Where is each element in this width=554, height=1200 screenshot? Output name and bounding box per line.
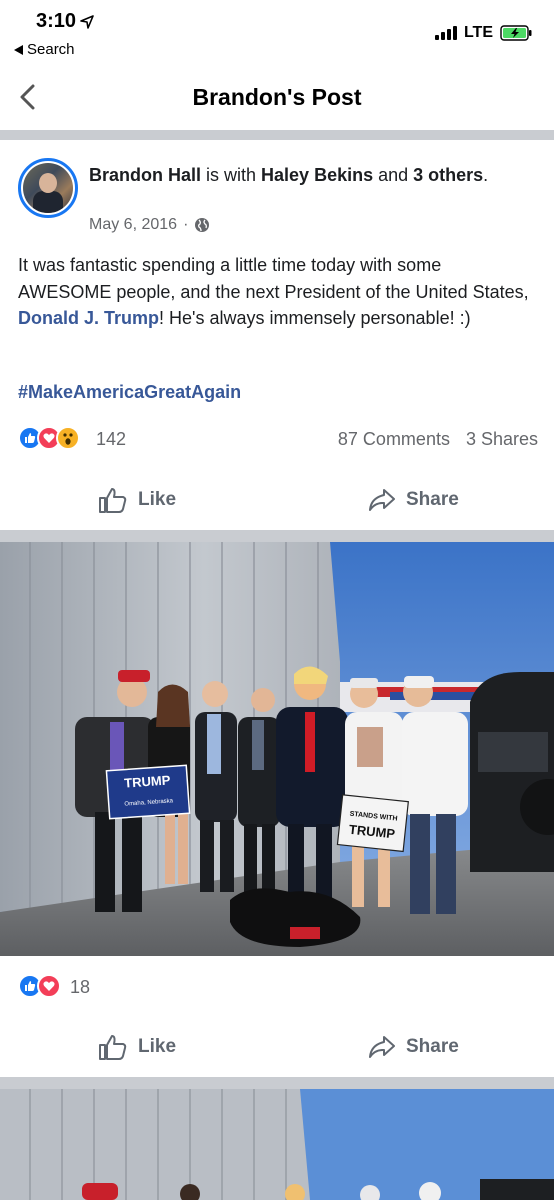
photo-reaction-count: 18 bbox=[70, 977, 91, 997]
post-meta: May 6, 2016 · bbox=[89, 216, 210, 234]
battery-charging-icon bbox=[500, 25, 532, 41]
location-arrow-icon bbox=[80, 14, 94, 29]
share-arrow-icon bbox=[369, 489, 395, 511]
post-photo-2[interactable] bbox=[0, 1089, 554, 1200]
tagged-others[interactable]: 3 others bbox=[413, 165, 483, 185]
reactions-summary[interactable]: 142 87 Comments 3 Shares bbox=[18, 426, 538, 454]
thumbs-up-icon bbox=[99, 1035, 127, 1060]
wow-reaction-icon bbox=[56, 426, 80, 450]
photo-reaction-icons bbox=[18, 974, 61, 998]
post-header-text: Brandon Hall is with Haley Bekins and 3 … bbox=[89, 162, 529, 188]
photo-like-button[interactable]: Like bbox=[98, 1017, 176, 1077]
back-triangle-icon bbox=[14, 44, 23, 55]
time-label: 3:10 bbox=[36, 10, 77, 32]
signal-icon bbox=[434, 26, 457, 40]
thumbs-up-icon bbox=[99, 488, 127, 513]
status-time: 3:10 bbox=[36, 10, 94, 33]
reaction-icons bbox=[18, 426, 80, 450]
photo-reactions-summary[interactable]: 18 bbox=[18, 974, 538, 1002]
photo-share-label: Share bbox=[406, 1036, 459, 1057]
mention-link[interactable]: Donald J. Trump bbox=[18, 308, 159, 328]
photo-divider bbox=[0, 1077, 554, 1089]
with-text: is with bbox=[201, 165, 262, 185]
post-divider bbox=[0, 530, 554, 542]
meta-separator: · bbox=[183, 216, 189, 233]
shares-count[interactable]: 3 Shares bbox=[466, 429, 538, 450]
status-indicators: LTE bbox=[434, 24, 532, 42]
share-arrow-icon bbox=[369, 1036, 395, 1058]
back-to-search[interactable]: Search bbox=[14, 41, 75, 58]
back-to-search-label: Search bbox=[27, 41, 75, 58]
tagged-person[interactable]: Haley Bekins bbox=[261, 165, 373, 185]
period-text: . bbox=[483, 165, 489, 185]
post-text-part2: ! He's always immensely personable! :) bbox=[159, 308, 471, 328]
comments-count[interactable]: 87 Comments bbox=[338, 429, 450, 450]
post-date[interactable]: May 6, 2016 bbox=[89, 216, 177, 234]
hashtag-link[interactable]: #MakeAmericaGreatAgain bbox=[18, 382, 241, 403]
photo-share-button[interactable]: Share bbox=[368, 1017, 459, 1077]
rally-photo-2-image bbox=[0, 1089, 554, 1200]
share-button[interactable]: Share bbox=[368, 470, 459, 530]
nav-header: Brandon's Post bbox=[0, 64, 554, 130]
header-divider bbox=[0, 130, 554, 140]
photo-actions: Like Share bbox=[0, 1017, 554, 1077]
rally-photo-image: TRUMP Omaha, Nebraska STANDS WITH TRUMP bbox=[0, 542, 554, 956]
stands-with-trump-sign: STANDS WITH TRUMP bbox=[336, 794, 409, 853]
love-reaction-icon bbox=[37, 974, 61, 998]
author-name[interactable]: Brandon Hall bbox=[89, 165, 201, 185]
avatar[interactable] bbox=[18, 158, 78, 218]
and-text: and bbox=[373, 165, 414, 185]
globe-icon bbox=[195, 218, 210, 232]
photo-like-label: Like bbox=[138, 1036, 177, 1057]
reaction-count: 142 bbox=[96, 429, 127, 449]
comments-shares: 87 Comments 3 Shares bbox=[338, 429, 538, 450]
post-body: It was fantastic spending a little time … bbox=[18, 252, 538, 332]
post-text-part1: It was fantastic spending a little time … bbox=[18, 255, 529, 302]
like-button[interactable]: Like bbox=[98, 470, 176, 530]
status-bar: 3:10 Search LTE bbox=[0, 0, 554, 64]
trump-sign: TRUMP Omaha, Nebraska bbox=[105, 764, 191, 820]
like-label: Like bbox=[138, 489, 177, 510]
post-photo[interactable]: TRUMP Omaha, Nebraska STANDS WITH TRUMP bbox=[0, 542, 554, 956]
post-actions: Like Share bbox=[0, 470, 554, 530]
share-label: Share bbox=[406, 489, 459, 510]
network-label: LTE bbox=[463, 24, 493, 41]
page-title: Brandon's Post bbox=[192, 84, 362, 110]
